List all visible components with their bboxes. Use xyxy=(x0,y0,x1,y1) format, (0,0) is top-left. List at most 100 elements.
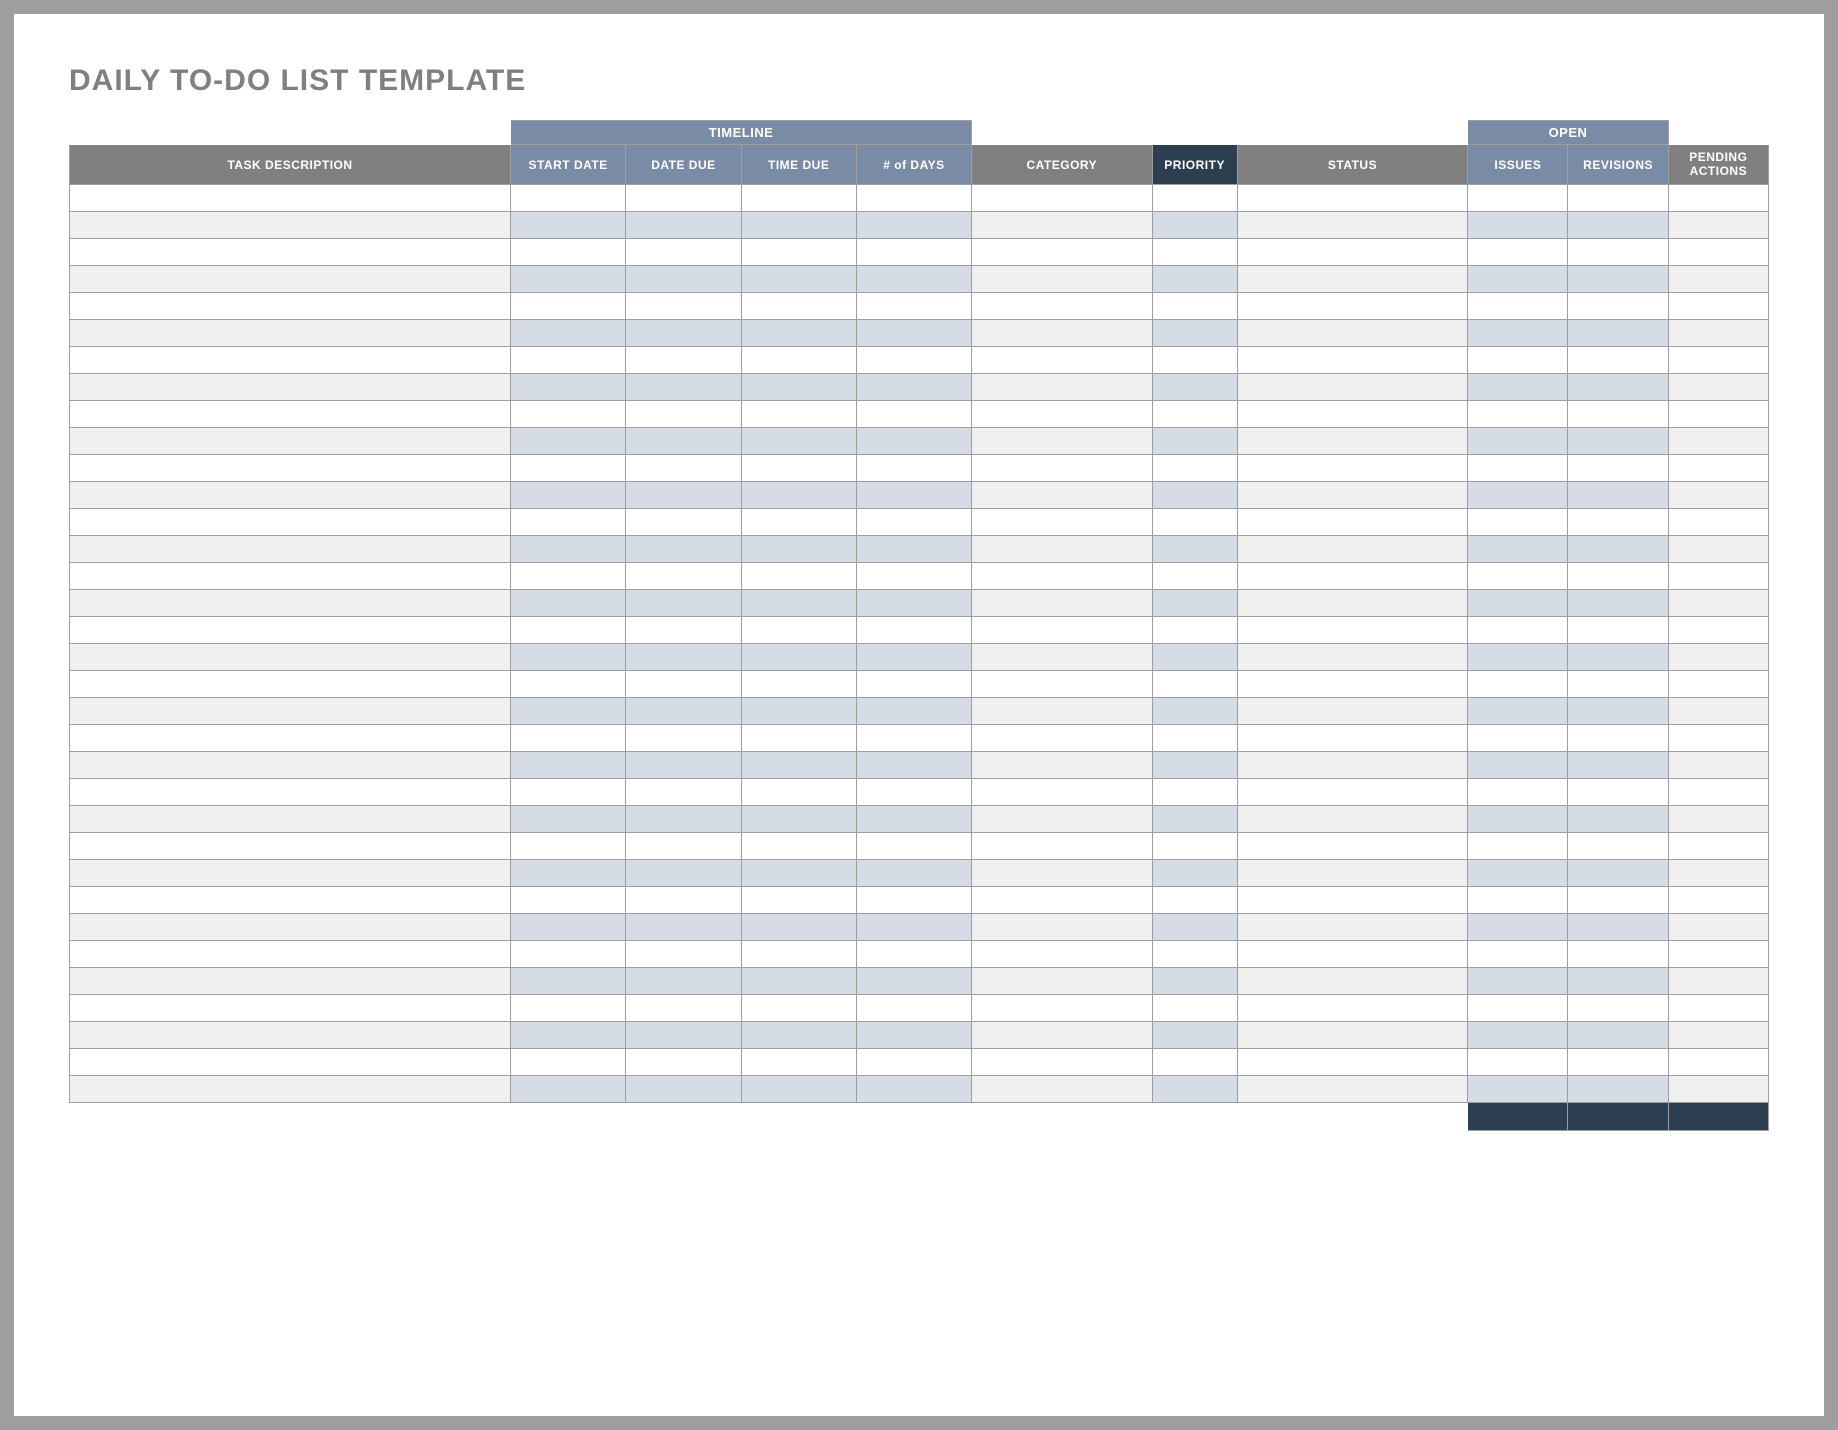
cell-category[interactable] xyxy=(972,779,1152,806)
cell-num-days[interactable] xyxy=(856,806,971,833)
cell-pending-actions[interactable] xyxy=(1668,347,1768,374)
cell-pending-actions[interactable] xyxy=(1668,1049,1768,1076)
cell-task-description[interactable] xyxy=(70,1076,511,1103)
cell-priority[interactable] xyxy=(1152,644,1237,671)
cell-start-date[interactable] xyxy=(511,725,626,752)
cell-num-days[interactable] xyxy=(856,428,971,455)
cell-task-description[interactable] xyxy=(70,887,511,914)
cell-revisions[interactable] xyxy=(1568,1076,1668,1103)
cell-date-due[interactable] xyxy=(626,806,741,833)
cell-num-days[interactable] xyxy=(856,752,971,779)
cell-task-description[interactable] xyxy=(70,293,511,320)
cell-issues[interactable] xyxy=(1468,779,1568,806)
cell-time-due[interactable] xyxy=(741,509,856,536)
cell-task-description[interactable] xyxy=(70,725,511,752)
cell-priority[interactable] xyxy=(1152,293,1237,320)
cell-priority[interactable] xyxy=(1152,374,1237,401)
cell-date-due[interactable] xyxy=(626,239,741,266)
cell-time-due[interactable] xyxy=(741,239,856,266)
cell-priority[interactable] xyxy=(1152,887,1237,914)
cell-priority[interactable] xyxy=(1152,833,1237,860)
cell-revisions[interactable] xyxy=(1568,401,1668,428)
cell-date-due[interactable] xyxy=(626,563,741,590)
cell-priority[interactable] xyxy=(1152,671,1237,698)
cell-issues[interactable] xyxy=(1468,455,1568,482)
cell-time-due[interactable] xyxy=(741,752,856,779)
cell-status[interactable] xyxy=(1237,428,1468,455)
cell-pending-actions[interactable] xyxy=(1668,401,1768,428)
cell-pending-actions[interactable] xyxy=(1668,779,1768,806)
cell-status[interactable] xyxy=(1237,833,1468,860)
cell-time-due[interactable] xyxy=(741,1076,856,1103)
cell-status[interactable] xyxy=(1237,698,1468,725)
cell-category[interactable] xyxy=(972,320,1152,347)
cell-task-description[interactable] xyxy=(70,455,511,482)
cell-category[interactable] xyxy=(972,239,1152,266)
cell-revisions[interactable] xyxy=(1568,995,1668,1022)
cell-date-due[interactable] xyxy=(626,1022,741,1049)
cell-start-date[interactable] xyxy=(511,509,626,536)
cell-status[interactable] xyxy=(1237,266,1468,293)
cell-revisions[interactable] xyxy=(1568,968,1668,995)
cell-priority[interactable] xyxy=(1152,212,1237,239)
cell-priority[interactable] xyxy=(1152,266,1237,293)
cell-issues[interactable] xyxy=(1468,833,1568,860)
cell-num-days[interactable] xyxy=(856,914,971,941)
cell-start-date[interactable] xyxy=(511,617,626,644)
cell-priority[interactable] xyxy=(1152,401,1237,428)
cell-pending-actions[interactable] xyxy=(1668,455,1768,482)
cell-revisions[interactable] xyxy=(1568,644,1668,671)
cell-category[interactable] xyxy=(972,266,1152,293)
cell-time-due[interactable] xyxy=(741,968,856,995)
cell-task-description[interactable] xyxy=(70,347,511,374)
cell-start-date[interactable] xyxy=(511,563,626,590)
cell-category[interactable] xyxy=(972,968,1152,995)
cell-revisions[interactable] xyxy=(1568,185,1668,212)
cell-time-due[interactable] xyxy=(741,482,856,509)
cell-date-due[interactable] xyxy=(626,347,741,374)
cell-status[interactable] xyxy=(1237,374,1468,401)
cell-task-description[interactable] xyxy=(70,698,511,725)
cell-time-due[interactable] xyxy=(741,671,856,698)
cell-start-date[interactable] xyxy=(511,536,626,563)
cell-task-description[interactable] xyxy=(70,509,511,536)
cell-revisions[interactable] xyxy=(1568,374,1668,401)
cell-status[interactable] xyxy=(1237,320,1468,347)
cell-task-description[interactable] xyxy=(70,374,511,401)
cell-category[interactable] xyxy=(972,887,1152,914)
cell-num-days[interactable] xyxy=(856,779,971,806)
cell-priority[interactable] xyxy=(1152,1022,1237,1049)
cell-category[interactable] xyxy=(972,725,1152,752)
cell-priority[interactable] xyxy=(1152,455,1237,482)
cell-revisions[interactable] xyxy=(1568,779,1668,806)
cell-num-days[interactable] xyxy=(856,968,971,995)
cell-num-days[interactable] xyxy=(856,860,971,887)
cell-issues[interactable] xyxy=(1468,617,1568,644)
cell-num-days[interactable] xyxy=(856,509,971,536)
cell-task-description[interactable] xyxy=(70,752,511,779)
cell-revisions[interactable] xyxy=(1568,239,1668,266)
cell-pending-actions[interactable] xyxy=(1668,806,1768,833)
cell-num-days[interactable] xyxy=(856,482,971,509)
cell-revisions[interactable] xyxy=(1568,833,1668,860)
cell-status[interactable] xyxy=(1237,455,1468,482)
cell-task-description[interactable] xyxy=(70,914,511,941)
cell-category[interactable] xyxy=(972,617,1152,644)
cell-num-days[interactable] xyxy=(856,266,971,293)
cell-issues[interactable] xyxy=(1468,1022,1568,1049)
cell-pending-actions[interactable] xyxy=(1668,374,1768,401)
cell-date-due[interactable] xyxy=(626,293,741,320)
cell-priority[interactable] xyxy=(1152,239,1237,266)
cell-num-days[interactable] xyxy=(856,590,971,617)
cell-priority[interactable] xyxy=(1152,860,1237,887)
cell-issues[interactable] xyxy=(1468,212,1568,239)
cell-pending-actions[interactable] xyxy=(1668,563,1768,590)
cell-priority[interactable] xyxy=(1152,563,1237,590)
cell-status[interactable] xyxy=(1237,401,1468,428)
cell-category[interactable] xyxy=(972,806,1152,833)
cell-task-description[interactable] xyxy=(70,563,511,590)
cell-task-description[interactable] xyxy=(70,995,511,1022)
cell-pending-actions[interactable] xyxy=(1668,698,1768,725)
cell-category[interactable] xyxy=(972,995,1152,1022)
cell-task-description[interactable] xyxy=(70,185,511,212)
